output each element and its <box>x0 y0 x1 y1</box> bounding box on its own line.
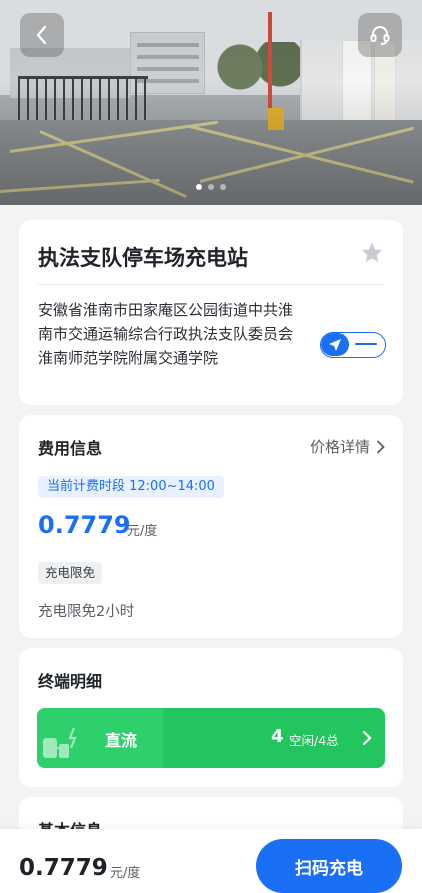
price-unit: 元/度 <box>127 524 158 539</box>
terminal-type-label: 直流 <box>105 731 138 750</box>
terminal-status-text: 空闲/4总 <box>289 733 339 748</box>
scan-to-charge-button[interactable]: 扫码充电 <box>256 839 402 893</box>
fee-info-card: 费用信息 价格详情 当前计费时段 12:00~14:00 0.7779 元/度 … <box>19 415 403 638</box>
bottom-price: 0.7779 <box>19 855 108 881</box>
headset-icon <box>370 26 390 45</box>
chevron-left-icon <box>36 25 47 45</box>
favorite-star-icon[interactable] <box>359 240 385 266</box>
idle-count: 4 <box>271 726 284 747</box>
back-button[interactable] <box>20 13 64 57</box>
current-price: 0.7779 <box>38 511 131 539</box>
chevron-right-icon <box>362 730 372 746</box>
bottom-price-unit: 元/度 <box>110 866 141 881</box>
navigation-arrow-icon <box>329 338 341 351</box>
station-photo-carousel[interactable] <box>0 0 422 205</box>
current-period-badge: 当前计费时段 12:00~14:00 <box>38 476 224 498</box>
station-info-card: 执法支队停车场充电站 安徽省淮南市田家庵区公园街道中共淮南市交通运输综合行政执法… <box>19 220 403 405</box>
navigate-button[interactable] <box>320 332 386 358</box>
station-name: 执法支队停车场充电站 <box>38 246 248 270</box>
divider <box>38 284 384 285</box>
carousel-dot[interactable] <box>196 184 202 190</box>
carousel-dot[interactable] <box>220 184 226 190</box>
price-detail-link[interactable]: 价格详情 <box>310 436 385 457</box>
station-address: 安徽省淮南市田家庵区公园街道中共淮南市交通运输综合行政执法支队委员会淮南师范学院… <box>38 301 294 367</box>
carousel-indicator <box>0 184 422 190</box>
free-charge-description: 充电限免2小时 <box>38 604 135 620</box>
chevron-right-icon <box>377 440 385 453</box>
customer-service-button[interactable] <box>358 13 402 57</box>
dc-terminal-row[interactable]: 直流 4 空闲/4总 <box>37 708 385 768</box>
bottom-action-bar: 0.7779 元/度 扫码充电 <box>0 829 422 893</box>
free-charge-badge: 充电限免 <box>38 562 103 584</box>
terminal-detail-card: 终端明细 直流 4 空闲/4总 <box>19 648 403 787</box>
fee-section-title: 费用信息 <box>38 439 103 458</box>
carousel-dot[interactable] <box>208 184 214 190</box>
price-detail-label: 价格详情 <box>309 438 370 456</box>
terminal-section-title: 终端明细 <box>38 672 103 691</box>
charging-plug-icon <box>43 727 77 758</box>
